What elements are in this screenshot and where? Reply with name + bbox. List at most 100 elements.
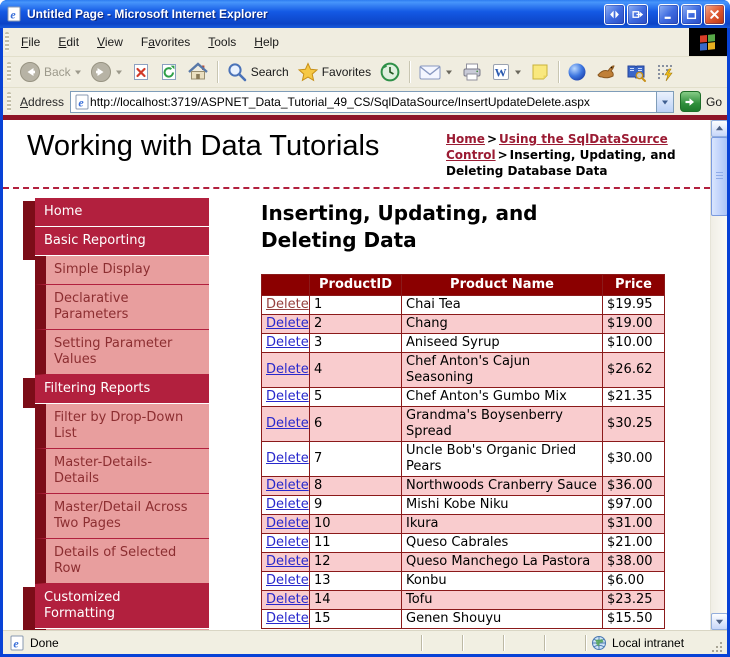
product-id-cell: 14 — [309, 590, 402, 610]
delete-link[interactable]: Delete — [266, 389, 309, 404]
web-page: Working with Data Tutorials Home > Using t… — [3, 120, 710, 630]
product-name-cell: Queso Manchego La Pastora — [401, 552, 603, 572]
research-button[interactable] — [622, 59, 650, 85]
vertical-scrollbar[interactable] — [710, 120, 727, 630]
product-name-cell: Uncle Bob's Organic Dried Pears — [401, 441, 603, 477]
window-eject-button[interactable] — [627, 3, 648, 25]
product-name-cell: Tofu — [401, 590, 603, 610]
delete-link[interactable]: Delete — [266, 416, 309, 431]
minimize-button[interactable] — [658, 3, 679, 25]
delete-link[interactable]: Delete — [266, 362, 309, 377]
scroll-down-icon — [715, 619, 724, 625]
product-row: Delete 1 Chai Tea $19.95 — [261, 295, 665, 315]
product-name-cell: Aniseed Syrup — [401, 333, 603, 353]
address-input[interactable] — [90, 92, 656, 111]
favorites-button[interactable]: Favorites — [294, 59, 374, 85]
scroll-down-button[interactable] — [711, 613, 727, 630]
bird-button[interactable] — [592, 59, 620, 85]
sidebar-item-setting-parameter-values[interactable]: Setting Parameter Values — [35, 330, 209, 375]
sidebar-item-master-details-details[interactable]: Master-Details-Details — [35, 449, 209, 494]
sidebar-item-basic-reporting[interactable]: Basic Reporting — [23, 227, 209, 260]
delete-link[interactable]: Delete — [266, 592, 309, 607]
delete-link[interactable]: Delete — [266, 535, 309, 550]
product-name-cell: Grandma's Boysenberry Spread — [401, 406, 603, 442]
addressbar-grip[interactable] — [7, 91, 11, 112]
sidebar-item-details-of-selected-row[interactable]: Details of Selected Row — [35, 539, 209, 584]
home-button[interactable] — [184, 59, 212, 85]
history-button[interactable] — [376, 59, 404, 85]
delete-link[interactable]: Delete — [266, 478, 309, 493]
grid-header-blank — [261, 274, 310, 296]
edit-dropdown-icon[interactable] — [514, 68, 522, 76]
stop-button[interactable] — [128, 60, 154, 84]
close-button[interactable] — [704, 3, 725, 25]
window-resize-toggle-button[interactable] — [604, 3, 625, 25]
delete-link[interactable]: Delete — [266, 516, 309, 531]
delete-link[interactable]: Delete — [266, 497, 309, 512]
delete-link[interactable]: Delete — [266, 573, 309, 588]
back-button[interactable]: Back — [16, 59, 85, 85]
mail-button[interactable] — [415, 60, 456, 84]
discuss-button[interactable] — [527, 60, 553, 84]
dotted-grid-lightning-icon — [658, 65, 673, 82]
breadcrumb-separator: > — [486, 132, 497, 146]
security-zone-label: Local intranet — [612, 635, 685, 650]
back-dropdown-icon[interactable] — [74, 68, 82, 76]
messenger-button[interactable] — [652, 60, 678, 84]
toolbar-grip[interactable] — [7, 62, 11, 82]
go-button[interactable]: Go — [679, 91, 722, 112]
scrollbar-thumb[interactable] — [711, 137, 727, 216]
forward-dropdown-icon[interactable] — [115, 68, 123, 76]
back-arrow-icon — [20, 62, 40, 82]
maximize-button[interactable] — [681, 3, 702, 25]
scroll-up-button[interactable] — [711, 120, 727, 137]
address-dropdown-button[interactable] — [655, 91, 673, 112]
forward-button[interactable] — [87, 59, 126, 85]
title-bar[interactable]: Untitled Page - Microsoft Internet Explo… — [0, 0, 730, 28]
sidebar-item-filter-by-drop-down-list[interactable]: Filter by Drop-Down List — [35, 404, 209, 449]
menu-favorites[interactable]: Favorites — [132, 28, 199, 56]
price-cell: $38.00 — [602, 552, 665, 572]
delete-link[interactable]: Delete — [266, 554, 309, 569]
delete-link[interactable]: Delete — [266, 611, 309, 626]
resize-grip[interactable] — [710, 640, 724, 654]
sidebar-item-simple-display[interactable]: Simple Display — [35, 256, 209, 285]
refresh-button[interactable] — [156, 60, 182, 84]
column-header: Price — [602, 274, 665, 296]
product-row: Delete 11 Queso Cabrales $21.00 — [261, 533, 665, 553]
stop-icon — [133, 64, 148, 80]
breadcrumb-link-home[interactable]: Home — [446, 132, 485, 146]
standard-buttons-toolbar: Back Search Favorites W — [3, 57, 727, 88]
search-button[interactable]: Search — [223, 59, 292, 85]
msn-button[interactable] — [564, 60, 590, 84]
print-button[interactable] — [458, 59, 486, 85]
windows-flag-icon — [700, 34, 715, 51]
status-separator — [544, 634, 545, 651]
windows-logo-box — [689, 28, 727, 56]
delete-link[interactable]: Delete — [266, 316, 309, 331]
delete-link[interactable]: Delete — [266, 297, 309, 312]
menu-help[interactable]: Help — [245, 28, 288, 56]
delete-link[interactable]: Delete — [266, 335, 309, 350]
edit-with-word-button[interactable]: W — [488, 60, 525, 84]
blue-sphere-icon — [568, 63, 586, 81]
status-separator — [462, 634, 463, 651]
sidebar-item-customized-formatting[interactable]: Customized Formatting — [23, 584, 209, 630]
menu-edit[interactable]: Edit — [49, 28, 88, 56]
product-row: Delete 9 Mishi Kobe Niku $97.00 — [261, 495, 665, 515]
sidebar-item-master-detail-across-two-pages[interactable]: Master/Detail Across Two Pages — [35, 494, 209, 539]
ie-page-icon — [7, 6, 21, 22]
sidebar-item-home[interactable]: Home — [23, 198, 209, 231]
menu-view[interactable]: View — [88, 28, 132, 56]
delete-link[interactable]: Delete — [266, 451, 309, 466]
menu-file[interactable]: File — [12, 28, 49, 56]
mail-dropdown-icon[interactable] — [445, 68, 453, 76]
menu-tools[interactable]: Tools — [199, 28, 245, 56]
globe-icon — [592, 635, 606, 650]
sidebar-item-filtering-reports[interactable]: Filtering Reports — [23, 375, 209, 408]
close-icon — [710, 9, 719, 19]
menubar-grip[interactable] — [5, 32, 9, 52]
window-title: Untitled Page - Microsoft Internet Explo… — [27, 7, 268, 21]
sidebar-item-format-colors[interactable]: Format Colors — [35, 629, 209, 630]
sidebar-item-declarative-parameters[interactable]: Declarative Parameters — [35, 285, 209, 330]
